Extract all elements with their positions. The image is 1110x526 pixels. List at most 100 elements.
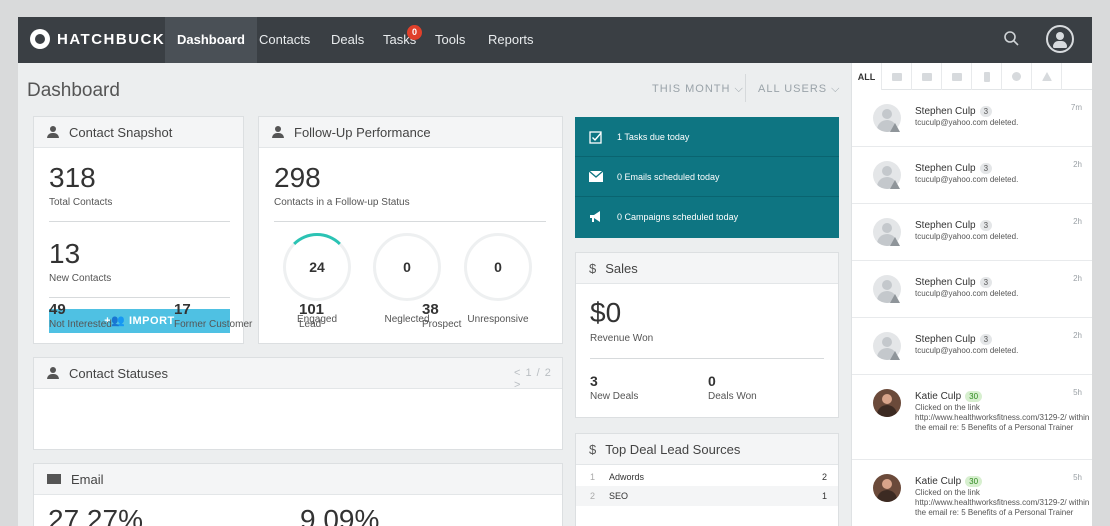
lead-source-row[interactable]: 1 Adwords 2 bbox=[576, 467, 838, 487]
deals-won-value: 0 bbox=[708, 373, 716, 389]
row-index: 1 bbox=[590, 472, 596, 482]
status-value: 101 bbox=[299, 301, 325, 318]
score-badge: 3 bbox=[979, 334, 993, 345]
user-avatar-icon[interactable] bbox=[1046, 25, 1074, 53]
activity-item[interactable]: Katie Culp 30 Clicked on the link http://… bbox=[852, 460, 1092, 526]
activity-contact[interactable]: Stephen Culp 3 bbox=[915, 220, 993, 231]
calendar-icon[interactable] bbox=[882, 63, 912, 90]
score-badge: 3 bbox=[979, 106, 993, 117]
new-deals-label: New Deals bbox=[590, 391, 639, 402]
row-index: 2 bbox=[590, 491, 596, 501]
contact-name: Katie Culp bbox=[915, 391, 962, 402]
nav-deals[interactable]: Deals bbox=[331, 17, 364, 63]
brand-name: HATCHBUCK bbox=[57, 30, 166, 48]
status-prospect[interactable]: 38 Prospect bbox=[422, 301, 461, 330]
activity-text: tcuculp@yahoo.com deleted. bbox=[915, 175, 1019, 184]
nav-contacts[interactable]: Contacts bbox=[259, 17, 310, 63]
row-name: SEO bbox=[609, 491, 629, 501]
tasks-due-label: 1 Tasks due today bbox=[617, 131, 690, 142]
person-icon bbox=[47, 126, 59, 138]
status-label: Former Customer bbox=[174, 319, 253, 330]
followup-value: 298 bbox=[274, 162, 321, 193]
activity-item[interactable]: Stephen Culp 3 tcuculp@yahoo.com deleted.… bbox=[852, 204, 1092, 261]
alert-icon[interactable] bbox=[1032, 63, 1062, 90]
campaigns-scheduled-row[interactable]: 0 Campaigns scheduled today bbox=[575, 197, 839, 237]
dollar-icon: $ bbox=[589, 441, 597, 457]
globe-icon[interactable] bbox=[1002, 63, 1032, 90]
import-label: IMPORT bbox=[128, 315, 175, 327]
activity-item[interactable]: Stephen Culp 3 tcuculp@yahoo.com deleted.… bbox=[852, 90, 1092, 147]
score-badge: 3 bbox=[979, 220, 993, 231]
megaphone-icon bbox=[589, 211, 603, 223]
new-contacts-label: New Contacts bbox=[49, 273, 112, 284]
warning-icon bbox=[890, 180, 900, 189]
brand-logo[interactable]: HATCHBUCK bbox=[30, 29, 165, 49]
activity-text: tcuculp@yahoo.com deleted. bbox=[915, 232, 1019, 241]
activity-item[interactable]: Stephen Culp 3 tcuculp@yahoo.com deleted.… bbox=[852, 318, 1092, 375]
task-icon[interactable] bbox=[942, 63, 972, 90]
warning-icon bbox=[890, 351, 900, 360]
dollar-icon: $ bbox=[589, 260, 597, 276]
row-name: Adwords bbox=[609, 472, 645, 482]
activity-contact[interactable]: Stephen Culp 3 bbox=[915, 163, 993, 174]
engaged-ring[interactable]: 24 bbox=[283, 233, 351, 301]
activity-time: 7m bbox=[1070, 103, 1082, 112]
emails-scheduled-row[interactable]: 0 Emails scheduled today bbox=[575, 157, 839, 197]
unresponsive-ring[interactable]: 0 bbox=[464, 233, 532, 301]
warning-icon bbox=[890, 237, 900, 246]
users-filter[interactable]: ALL USERS ⌵ bbox=[758, 83, 841, 96]
search-icon[interactable] bbox=[1003, 30, 1021, 48]
lead-sources-card: $ Top Deal Lead Sources 1 Adwords 2 2 SE… bbox=[575, 433, 839, 526]
neglected-ring[interactable]: 0 bbox=[373, 233, 441, 301]
email-stat-1: 27.27% bbox=[48, 504, 143, 526]
period-filter[interactable]: THIS MONTH ⌵ bbox=[652, 83, 744, 96]
tasks-badge: 0 bbox=[407, 25, 422, 40]
nav-tasks[interactable]: Tasks bbox=[383, 17, 416, 63]
card-header: $ Sales bbox=[576, 253, 838, 284]
nav-dashboard[interactable]: Dashboard bbox=[165, 17, 257, 63]
page-title: Dashboard bbox=[27, 80, 120, 101]
warning-icon bbox=[890, 123, 900, 132]
activity-time: 5h bbox=[1073, 388, 1082, 397]
status-lead[interactable]: 101 Lead bbox=[299, 301, 324, 330]
activity-contact[interactable]: Stephen Culp 3 bbox=[915, 277, 993, 288]
card-title: Contact Snapshot bbox=[69, 124, 173, 140]
activity-contact[interactable]: Katie Culp 30 bbox=[915, 391, 983, 402]
deals-won-label: Deals Won bbox=[708, 391, 757, 402]
statuses-pager[interactable]: < 1 / 2 > bbox=[514, 367, 562, 391]
card-title: Top Deal Lead Sources bbox=[605, 441, 741, 457]
new-contacts-value: 13 bbox=[49, 238, 81, 269]
total-contacts-value: 318 bbox=[49, 162, 96, 193]
contact-name: Stephen Culp bbox=[915, 163, 976, 174]
activity-contact[interactable]: Stephen Culp 3 bbox=[915, 106, 993, 117]
activity-item[interactable]: Katie Culp 30 Clicked on the link http://… bbox=[852, 375, 1092, 460]
avatar bbox=[873, 474, 901, 502]
status-value: 17 bbox=[174, 301, 191, 318]
status-former-customer[interactable]: 17 Former Customer bbox=[174, 301, 252, 330]
activity-contact[interactable]: Katie Culp 30 bbox=[915, 476, 983, 487]
click-icon[interactable] bbox=[972, 63, 1002, 90]
score-badge: 3 bbox=[979, 277, 993, 288]
lead-source-row[interactable]: 2 SEO 1 bbox=[576, 486, 838, 506]
activity-item[interactable]: Stephen Culp 3 tcuculp@yahoo.com deleted.… bbox=[852, 147, 1092, 204]
card-header: Contact Snapshot bbox=[34, 117, 243, 148]
tasks-due-row[interactable]: 1 Tasks due today bbox=[575, 117, 839, 157]
row-count: 1 bbox=[821, 491, 827, 501]
activity-text: tcuculp@yahoo.com deleted. bbox=[915, 118, 1019, 127]
nav-reports[interactable]: Reports bbox=[488, 17, 534, 63]
status-value: 49 bbox=[49, 301, 66, 318]
revenue-value: $0 bbox=[590, 297, 622, 328]
envelope-icon[interactable] bbox=[912, 63, 942, 90]
tab-all[interactable]: ALL bbox=[852, 63, 882, 90]
card-title: Contact Statuses bbox=[69, 365, 168, 381]
activity-item[interactable]: Stephen Culp 3 tcuculp@yahoo.com deleted.… bbox=[852, 261, 1092, 318]
sales-card: $ Sales $0 Revenue Won 3 New Deals 0 Dea… bbox=[575, 252, 839, 418]
nav-tools[interactable]: Tools bbox=[435, 17, 465, 63]
status-not-interested[interactable]: 49 Not Interested bbox=[49, 301, 112, 330]
contact-name: Stephen Culp bbox=[915, 277, 976, 288]
card-title: Follow-Up Performance bbox=[294, 124, 431, 140]
filter-divider bbox=[745, 74, 746, 102]
activity-contact[interactable]: Stephen Culp 3 bbox=[915, 334, 993, 345]
envelope-icon bbox=[588, 170, 604, 183]
divider bbox=[49, 297, 230, 298]
